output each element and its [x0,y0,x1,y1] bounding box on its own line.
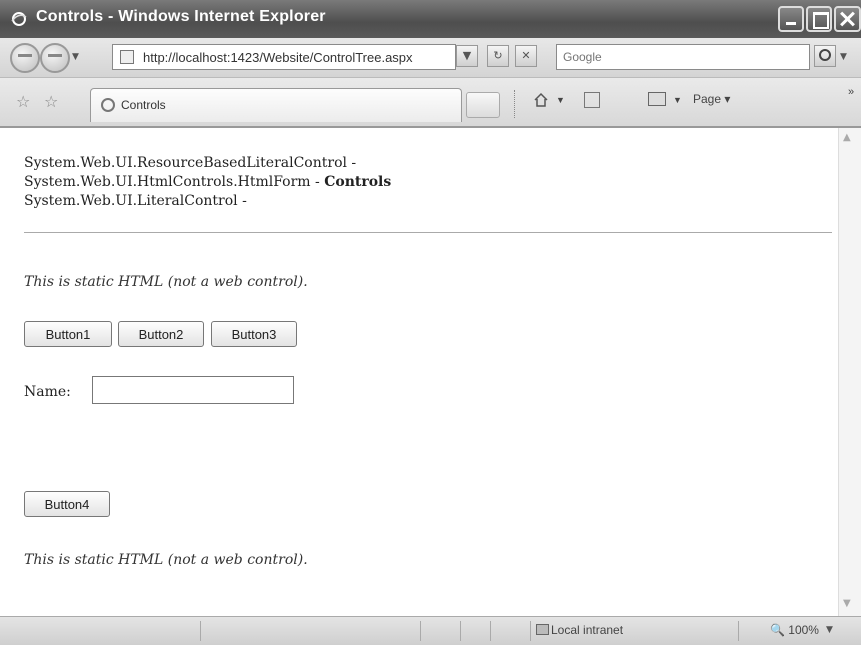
control-tree: System.Web.UI.ResourceBasedLiteralContro… [24,154,391,211]
add-favorites-icon[interactable]: ☆ [44,92,58,111]
search-button[interactable] [814,45,836,67]
zoom-dropdown-icon[interactable]: ▼ [826,625,833,635]
status-divider [738,621,739,641]
back-arrow-icon [18,54,32,62]
divider [24,232,832,233]
tab-page-icon [101,98,115,112]
status-divider [530,621,531,641]
stop-button[interactable]: ✕ [515,45,537,67]
forward-arrow-icon [48,54,62,62]
refresh-icon: ↻ [493,49,503,62]
page-content: System.Web.UI.ResourceBasedLiteralContro… [8,128,838,616]
address-url[interactable]: http://localhost:1423/Website/ControlTre… [143,50,413,65]
status-divider [420,621,421,641]
status-bar: Local intranet 🔍 100% ▼ [0,616,861,645]
button2[interactable]: Button2 [118,321,204,347]
page-menu[interactable]: Page ▾ [693,92,730,106]
search-input[interactable] [563,46,803,68]
home-dropdown-icon[interactable]: ▼ [556,95,565,105]
favorites-star-icon[interactable]: ☆ [16,92,30,111]
name-label: Name: [24,384,71,400]
close-button[interactable] [834,6,861,32]
address-dropdown-button[interactable]: ▼ [456,45,478,67]
static-html-text: This is static HTML (not a web control). [24,274,308,290]
search-box[interactable] [556,44,810,70]
status-divider [460,621,461,641]
button3[interactable]: Button3 [211,321,297,347]
minimize-button[interactable] [778,6,804,32]
page-menu-label: Page [693,92,722,106]
new-tab-button[interactable] [466,92,500,118]
name-input[interactable] [92,376,294,404]
print-dropdown-icon[interactable]: ▼ [673,95,682,105]
status-divider [200,621,201,641]
intranet-zone-icon [536,624,549,635]
zoom-level[interactable]: 🔍 100% [770,623,819,637]
address-toolbar: ▼ http://localhost:1423/Website/ControlT… [0,38,861,78]
refresh-button[interactable]: ↻ [487,45,509,67]
tree-line: System.Web.UI.HtmlControls.HtmlForm - Co… [24,174,392,190]
history-dropdown-icon[interactable]: ▼ [72,52,79,62]
ie-logo-icon [11,12,27,26]
back-button[interactable] [10,43,40,73]
print-icon[interactable] [648,92,666,106]
maximize-button[interactable] [806,6,832,32]
button4[interactable]: Button4 [24,491,110,517]
button1[interactable]: Button1 [24,321,112,347]
tree-line: System.Web.UI.ResourceBasedLiteralContro… [24,155,357,171]
more-commands-icon[interactable]: » [848,86,854,98]
window-title: Controls - Windows Internet Explorer [36,8,326,25]
vertical-scrollbar[interactable]: ▲ ▼ [838,128,861,616]
tab-label: Controls [121,98,166,112]
scroll-down-icon[interactable]: ▼ [843,598,857,612]
tab-toolbar: ☆ ☆ Controls ▼ ▼ Page ▾ » [0,78,861,128]
page-icon [120,50,134,64]
home-icon[interactable] [533,92,549,108]
address-bar[interactable]: http://localhost:1423/Website/ControlTre… [112,44,456,70]
stop-icon: ✕ [521,49,531,62]
toolbar-separator [514,90,515,118]
tree-line: System.Web.UI.LiteralControl - [24,193,247,209]
window-titlebar: Controls - Windows Internet Explorer [0,0,861,38]
search-options-dropdown-icon[interactable]: ▼ [840,52,847,62]
forward-button[interactable] [40,43,70,73]
security-zone: Local intranet [551,623,624,637]
feeds-icon[interactable] [584,92,600,108]
scroll-up-icon[interactable]: ▲ [843,132,857,146]
static-html-text-2: This is static HTML (not a web control). [24,552,308,568]
tab-controls[interactable]: Controls [90,88,462,122]
status-divider [490,621,491,641]
